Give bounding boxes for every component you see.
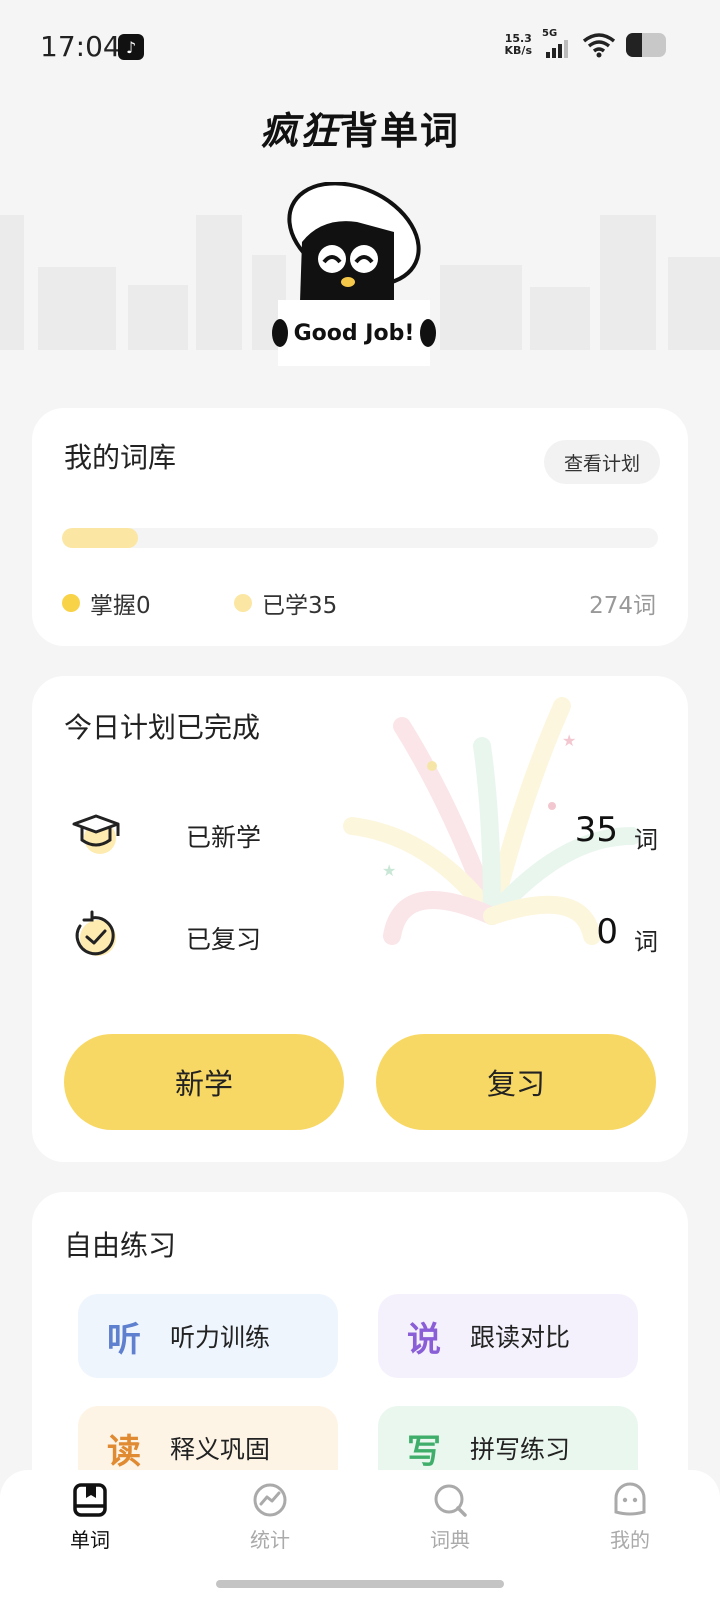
library-progress-fill: [62, 528, 139, 548]
meaning-review-label: 释义巩固: [170, 1435, 271, 1464]
listening-training-tile[interactable]: 听 听力训练: [78, 1294, 338, 1378]
status-time: 17:04: [40, 30, 121, 63]
learned-legend: 已学35: [234, 586, 337, 620]
svg-text:♪: ♪: [126, 38, 136, 57]
practice-title: 自由练习: [64, 1229, 177, 1262]
dictionary-search-icon: [434, 1484, 467, 1517]
signal-icon: 5G: [542, 28, 572, 58]
status-icons: 15.3 KB/s 5G: [505, 28, 666, 58]
write-glyph-icon: 写: [407, 1431, 441, 1472]
network-speed-unit: KB/s: [504, 44, 532, 57]
shadow-reading-tile[interactable]: 说 跟读对比: [378, 1294, 638, 1378]
graduation-cap-icon: [72, 814, 120, 854]
spelling-practice-label: 拼写练习: [470, 1435, 571, 1464]
tab-statistics-label: 统计: [250, 1528, 290, 1552]
good-job-sign: Good Job!: [272, 300, 436, 366]
sign-right-hand: [420, 319, 436, 347]
listen-glyph-icon: 听: [107, 1319, 141, 1360]
network-speed: 15.3 KB/s: [505, 33, 532, 57]
mastered-dot-icon: [62, 594, 80, 612]
view-plan-button[interactable]: 查看计划: [543, 440, 660, 484]
plan-title: 今日计划已完成: [64, 711, 261, 744]
good-job-text: Good Job!: [293, 320, 415, 346]
new-learned-label: 已新学: [186, 823, 262, 852]
mastered-label: 掌握0: [90, 593, 151, 619]
learn-new-button[interactable]: 新学: [64, 1034, 344, 1130]
tab-words[interactable]: 单词: [30, 1482, 150, 1553]
sign-left-hand: [272, 319, 288, 347]
speak-glyph-icon: 说: [407, 1319, 441, 1360]
app-title-part1: 疯狂: [259, 109, 340, 153]
profile-icon: [614, 1482, 646, 1516]
learned-dot-icon: [234, 594, 252, 612]
mastered-legend: 掌握0: [62, 586, 151, 620]
tab-words-label: 单词: [70, 1528, 110, 1552]
new-learned-unit: 词: [634, 826, 658, 854]
svg-text:★: ★: [562, 731, 576, 750]
app-title: 疯狂背单词: [0, 100, 720, 155]
library-card: 我的词库 查看计划 掌握0 已学35 274词: [32, 408, 688, 646]
reviewed-unit: 词: [634, 928, 658, 956]
listening-training-label: 听力训练: [170, 1323, 271, 1352]
chart-icon: [253, 1483, 287, 1517]
reviewed-row: 已复习 0 词: [68, 908, 658, 968]
reviewed-label: 已复习: [186, 925, 262, 954]
wifi-icon: [582, 33, 616, 58]
review-button[interactable]: 复习: [376, 1034, 656, 1130]
learned-label: 已学35: [262, 593, 338, 619]
tab-profile[interactable]: 我的: [570, 1482, 690, 1553]
read-glyph-icon: 读: [107, 1431, 141, 1472]
review-clock-icon: [75, 910, 116, 956]
word-total: 274词: [589, 593, 656, 619]
app-title-part2: 背单词: [340, 109, 461, 153]
tab-statistics[interactable]: 统计: [210, 1482, 330, 1553]
book-icon: [73, 1483, 107, 1517]
today-plan-card: ★ ★ 今日计划已完成 已新学 35 词 已复习 0 词 新学 复习: [32, 676, 688, 1162]
new-learned-row: 已新学 35 词: [68, 806, 658, 866]
library-title: 我的词库: [64, 441, 177, 474]
library-progress-bar: [62, 528, 658, 548]
status-bar: 17:04 ♪ 15.3 KB/s 5G: [0, 0, 720, 96]
tab-dictionary[interactable]: 词典: [390, 1482, 510, 1553]
tab-profile-label: 我的: [610, 1528, 650, 1552]
tab-dictionary-label: 词典: [430, 1528, 470, 1552]
home-indicator[interactable]: [216, 1580, 504, 1588]
tiktok-notification-icon: ♪: [118, 34, 144, 60]
new-learned-count: 35: [574, 810, 618, 850]
reviewed-count: 0: [596, 912, 618, 952]
battery-icon: [626, 33, 666, 57]
shadow-reading-label: 跟读对比: [470, 1323, 571, 1352]
